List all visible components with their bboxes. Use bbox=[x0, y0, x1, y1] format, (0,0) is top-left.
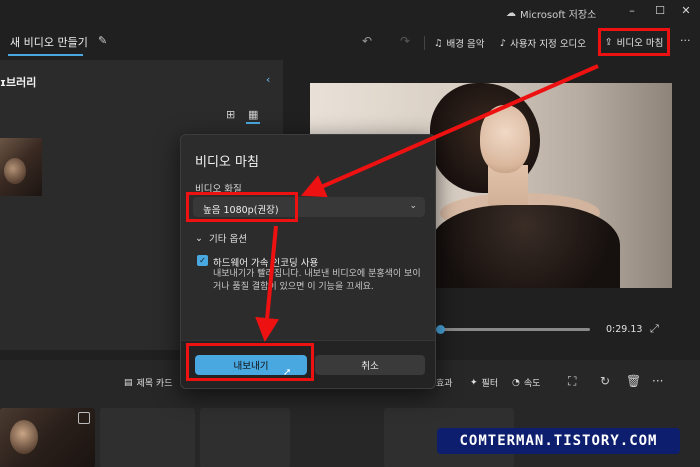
mouse-cursor-icon: ➚ bbox=[283, 367, 292, 378]
seek-handle[interactable] bbox=[436, 325, 445, 334]
maximize-button[interactable]: ☐ bbox=[650, 2, 670, 20]
title-card-icon: ▤ bbox=[124, 377, 133, 388]
site-watermark: COMTERMAN.TISTORY.COM bbox=[437, 428, 680, 454]
redo-icon[interactable]: ↷ bbox=[400, 34, 410, 48]
project-title-underline bbox=[8, 54, 83, 56]
rotate-icon[interactable]: ↻ bbox=[600, 374, 610, 388]
music-note-icon: ♫ bbox=[434, 37, 443, 49]
share-icon: ⇪ bbox=[604, 36, 613, 48]
toolbar-divider bbox=[424, 36, 425, 50]
dialog-title: 비디오 마침 bbox=[195, 155, 259, 170]
finish-video-dialog: 비디오 마침 비디오 화질 높음 1080p(권장) ⌄ ⌄ 기타 옵션 ✓ 하… bbox=[180, 134, 436, 389]
library-media-thumbnail[interactable] bbox=[0, 138, 42, 196]
cloud-icon: ☁ bbox=[506, 8, 516, 19]
storyboard-empty-slot[interactable] bbox=[200, 408, 290, 467]
collapse-chevron-icon[interactable]: ‹ bbox=[266, 73, 270, 86]
undo-icon[interactable]: ↶ bbox=[362, 34, 372, 48]
view-selected-underline bbox=[246, 122, 260, 124]
chevron-down-icon: ⌄ bbox=[195, 232, 203, 244]
delete-icon[interactable]: 🗑 bbox=[626, 374, 641, 388]
hw-accel-label[interactable]: 하드웨어 가속 인코딩 사용 bbox=[213, 255, 318, 269]
dialog-footer: 내보내기 취소 ➚ bbox=[181, 340, 435, 388]
preview-image-face bbox=[480, 105, 530, 173]
storyboard-empty-slot[interactable] bbox=[100, 408, 195, 467]
minimize-button[interactable]: – bbox=[622, 2, 642, 20]
pencil-icon[interactable]: ✎ bbox=[98, 34, 107, 47]
title-card-button[interactable]: ▤ 제목 카드 bbox=[124, 376, 173, 390]
playback-time: 0:29.13 bbox=[606, 324, 643, 335]
storyboard-more-icon[interactable]: ··· bbox=[652, 374, 663, 388]
more-options-toggle[interactable]: ⌄ 기타 옵션 bbox=[195, 231, 247, 246]
preview-image-dress bbox=[430, 205, 620, 288]
grid-large-icon[interactable]: ⊞ bbox=[226, 108, 235, 121]
crop-icon[interactable]: ⛶ bbox=[568, 374, 576, 389]
cancel-button[interactable]: 취소 bbox=[315, 355, 425, 375]
title-bar: ☁ Microsoft 저장소 – ☐ ✕ bbox=[0, 0, 700, 24]
custom-audio-button[interactable]: ♪ 사용자 지정 오디오 bbox=[500, 36, 586, 51]
fullscreen-icon[interactable]: ⤢ bbox=[650, 322, 659, 336]
speed-button[interactable]: ◔ 속도 bbox=[512, 376, 540, 390]
video-quality-label: 비디오 화질 bbox=[195, 184, 242, 195]
filter-icon: ✦ bbox=[470, 377, 478, 388]
storage-indicator: ☁ Microsoft 저장소 bbox=[506, 6, 596, 21]
video-quality-value: 높음 1080p(권장) bbox=[203, 205, 279, 216]
playback-seek-bar[interactable] bbox=[440, 328, 590, 331]
storage-label: Microsoft 저장소 bbox=[520, 10, 597, 21]
background-music-button[interactable]: ♫ 배경 음악 bbox=[434, 36, 485, 51]
video-quality-select[interactable]: 높음 1080p(권장) ⌄ bbox=[193, 197, 425, 217]
hw-accel-description: 내보내기가 빨라집니다. 내보낸 비디오에 분홍색이 보이거나 품질 결함이 있… bbox=[213, 269, 421, 292]
audio-icon: ♪ bbox=[500, 37, 507, 49]
finish-video-button[interactable]: ⇪ 비디오 마침 bbox=[598, 28, 670, 56]
filter-button[interactable]: ✦ 필터 bbox=[470, 376, 498, 390]
effects-button[interactable]: 효과 bbox=[436, 376, 453, 389]
close-button[interactable]: ✕ bbox=[676, 2, 696, 20]
chevron-down-icon: ⌄ bbox=[409, 201, 417, 211]
hw-accel-checkbox[interactable]: ✓ bbox=[197, 255, 208, 266]
more-options-button[interactable]: ··· bbox=[680, 34, 691, 47]
editor-toolbar: 새 비디오 만들기 ✎ ↶ ↷ ♫ 배경 음악 ♪ 사용자 지정 오디오 bbox=[0, 24, 700, 60]
speed-icon: ◔ bbox=[512, 377, 520, 388]
grid-small-icon[interactable]: ▦ bbox=[248, 108, 258, 121]
clip-select-checkbox[interactable] bbox=[78, 412, 90, 424]
library-title: ɪ브러리 bbox=[0, 76, 37, 89]
project-title[interactable]: 새 비디오 만들기 bbox=[10, 34, 88, 50]
